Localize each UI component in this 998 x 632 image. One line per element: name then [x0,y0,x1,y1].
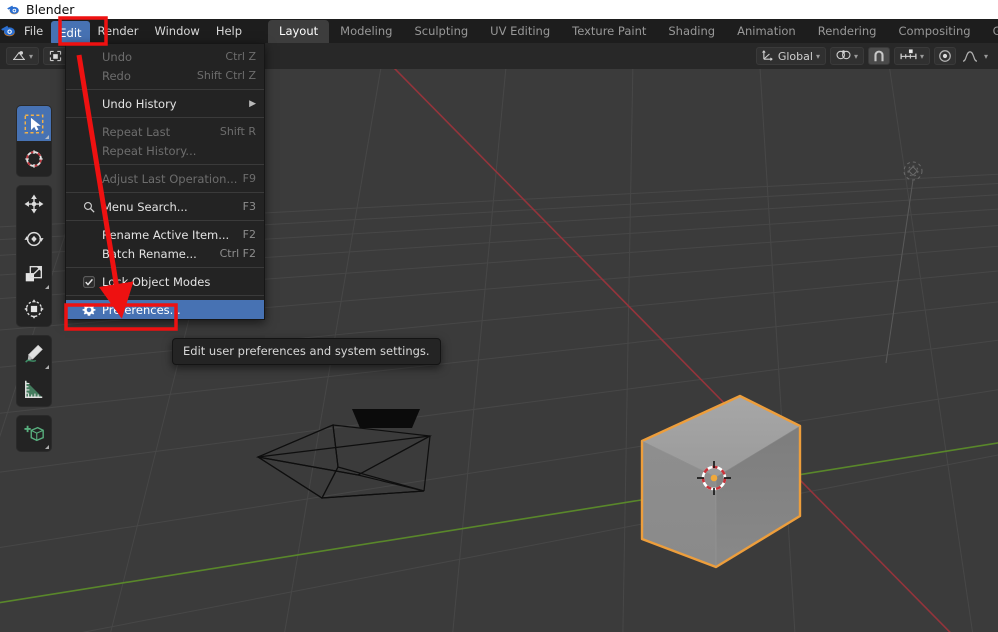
workspace-tab-shading[interactable]: Shading [657,20,726,43]
workspace-tab-texture-paint[interactable]: Texture Paint [561,20,657,43]
workspace-tab-layout[interactable]: Layout [268,20,329,43]
menu-render[interactable]: Render [90,19,147,43]
blender-topbar: File Edit Render Window Help Layout Mode… [0,19,998,43]
toolbar-group-transform [16,185,52,327]
proportional-falloff-selector[interactable] [960,47,980,65]
menu-item-preferences[interactable]: Preferences... [66,300,264,319]
orientation-axes-icon [762,48,775,64]
menu-item-undo-history[interactable]: Undo History ▶ [66,94,264,113]
tool-scale[interactable] [17,256,51,291]
menu-item-batch-rename[interactable]: Batch Rename... Ctrl F2 [66,244,264,263]
chevron-down-icon: ▾ [920,52,924,61]
snap-increment-icon [900,49,917,64]
edit-dropdown-menu: Undo Ctrl Z Redo Shift Ctrl Z Undo Histo… [65,43,265,320]
search-icon [82,200,96,214]
editor-type-3d-viewport-icon[interactable]: ▾ [6,47,39,65]
menu-separator [66,164,264,165]
menu-edit[interactable]: Edit [51,21,89,45]
menu-item-undo[interactable]: Undo Ctrl Z [66,47,264,66]
transform-orientation-selector[interactable]: Global ▾ [756,47,826,65]
tool-cursor[interactable] [17,141,51,176]
tool-add-cube[interactable] [17,416,51,451]
workspace-tab-compositing[interactable]: Compositing [887,20,981,43]
blender-app-icon[interactable] [0,19,16,43]
menu-item-adjust-last-operation[interactable]: Adjust Last Operation... F9 [66,169,264,188]
workspace-tab-geometry-nodes[interactable]: Geometry Nodes [982,20,998,43]
tooltip: Edit user preferences and system setting… [172,338,441,365]
tool-transform[interactable] [17,291,51,326]
gear-icon [82,303,96,317]
menu-separator [66,267,264,268]
menu-item-rename-active-item[interactable]: Rename Active Item... F2 [66,225,264,244]
tool-expand-corner-icon [45,365,49,369]
menu-separator [66,89,264,90]
toolbar-group-add [16,415,52,452]
tool-annotate[interactable] [17,336,51,371]
tool-rotate[interactable] [17,221,51,256]
tool-expand-corner-icon [45,135,49,139]
toolbar-group-annotate [16,335,52,407]
menu-item-lock-object-modes[interactable]: Lock Object Modes [66,272,264,291]
menu-item-redo[interactable]: Redo Shift Ctrl Z [66,66,264,85]
snap-increment-selector[interactable]: ▾ [894,47,930,65]
tool-expand-corner-icon [45,285,49,289]
chevron-down-icon: ▾ [816,52,820,61]
transform-orientation-value: Global [778,50,813,63]
menu-file[interactable]: File [16,19,51,43]
chevron-down-icon: ▾ [29,52,33,61]
tool-move[interactable] [17,186,51,221]
viewport-toolbar [16,105,52,460]
tooltip-text: Edit user preferences and system setting… [183,344,430,358]
workspace-tab-sculpting[interactable]: Sculpting [403,20,479,43]
workspace-tab-uv-editing[interactable]: UV Editing [479,20,561,43]
checkbox-checked-icon[interactable] [82,275,96,289]
menu-window[interactable]: Window [146,19,207,43]
menu-help[interactable]: Help [208,19,250,43]
window-title: Blender [26,2,74,17]
toolbar-group-select [16,105,52,177]
snap-target-icon [836,49,851,64]
workspace-tab-modeling[interactable]: Modeling [329,20,403,43]
viewport-header-right-controls: Global ▾ ▾ [756,47,992,65]
os-title-bar: Blender [0,0,998,19]
chevron-down-icon: ▾ [854,52,858,61]
workspace-tab-rendering[interactable]: Rendering [807,20,888,43]
menu-separator [66,117,264,118]
tool-select-box[interactable] [17,106,51,141]
submenu-arrow-icon: ▶ [249,99,256,109]
camera-lens-cap [352,409,420,428]
tool-measure[interactable] [17,371,51,406]
menu-item-repeat-history[interactable]: Repeat History... [66,141,264,160]
menu-separator [66,295,264,296]
workspace-tab-animation[interactable]: Animation [726,20,807,43]
snap-magnet-toggle[interactable] [868,47,890,65]
menu-item-menu-search[interactable]: Menu Search... F3 [66,197,264,216]
workspace-tabs: Layout Modeling Sculpting UV Editing Tex… [268,19,998,43]
menu-separator [66,220,264,221]
menu-separator [66,192,264,193]
blender-logo-icon [6,3,20,17]
proportional-editing-toggle[interactable] [934,47,956,65]
menu-item-repeat-last[interactable]: Repeat Last Shift R [66,122,264,141]
snap-target-selector[interactable]: ▾ [830,47,864,65]
chevron-down-icon: ▾ [984,52,988,61]
tool-expand-corner-icon [45,445,49,449]
